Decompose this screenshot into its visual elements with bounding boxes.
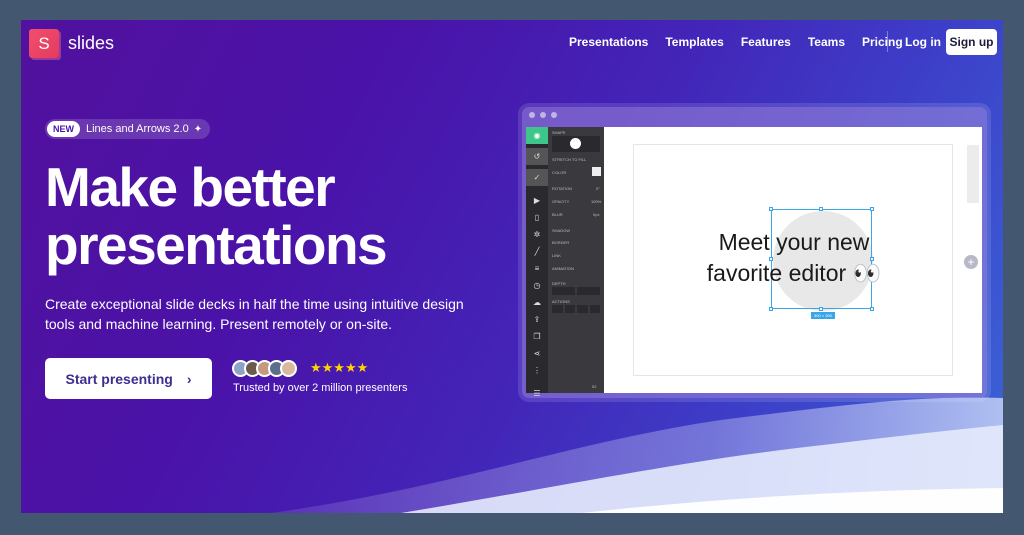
slide-text[interactable]: Meet your new favorite editor 👀 <box>644 227 944 289</box>
signup-button[interactable]: Sign up <box>946 29 997 55</box>
announcement-badge[interactable]: NEW Lines and Arrows 2.0 ✦ <box>45 119 211 139</box>
insp-actions: ACTIONS <box>552 299 570 304</box>
badge-text: Lines and Arrows 2.0 <box>86 123 189 135</box>
inspector-panel: SHAPE STRETCH TO FILL COLOR ROTATION 0° … <box>548 127 604 393</box>
rating-stars: ★★★★★ <box>310 360 369 375</box>
clock-icon: ◷ <box>533 281 541 290</box>
insp-depth: DEPTH <box>552 281 566 286</box>
slide[interactable]: 300 × 300 Meet your new favorite editor … <box>633 144 953 376</box>
avatar-group <box>232 360 297 377</box>
insp-page: 52 <box>592 384 597 389</box>
add-slide-icon[interactable]: + <box>964 255 978 269</box>
undo-icon: ↺ <box>526 148 548 165</box>
page-frame: S slides Presentations Templates Feature… <box>21 20 1003 513</box>
shape-preview <box>552 136 600 152</box>
resize-handle[interactable] <box>870 307 874 311</box>
logo-mark: S <box>29 29 59 58</box>
nav-pricing[interactable]: Pricing <box>862 35 903 49</box>
sparkle-icon: ✦ <box>193 123 203 135</box>
resize-handle[interactable] <box>870 207 874 211</box>
insp-opacity: OPACITY <box>552 199 570 204</box>
layers-icon: ≡ <box>534 264 540 273</box>
avatar <box>280 360 297 377</box>
hero-subtext: Create exceptional slide decks in half t… <box>45 296 464 332</box>
window-dots <box>529 112 557 118</box>
slide-text-line-2: favorite editor 👀 <box>706 260 882 286</box>
insp-blur-val: 0px <box>593 212 600 217</box>
insp-rotation: ROTATION <box>552 186 573 191</box>
insp-shadow: SHADOW <box>552 228 570 233</box>
cta-label: Start presenting <box>65 370 173 387</box>
login-link[interactable]: Log in <box>905 35 941 49</box>
start-presenting-button[interactable]: Start presenting › <box>45 358 212 399</box>
share-icon: ⋖ <box>533 349 541 358</box>
insp-border: BORDER <box>552 240 570 245</box>
nav-presentations[interactable]: Presentations <box>569 35 648 49</box>
slide-text-line-1: Meet your new <box>718 229 870 255</box>
brush-icon: ╱ <box>534 247 540 256</box>
insp-stretch: STRETCH TO FILL <box>552 157 587 162</box>
copy-icon: ❐ <box>533 332 541 341</box>
eye-icon: ◉ <box>526 127 548 144</box>
slide-side-tools[interactable] <box>967 145 979 203</box>
main-nav: Presentations Templates Features Teams P… <box>569 35 920 49</box>
nav-templates[interactable]: Templates <box>665 35 723 49</box>
resize-handle[interactable] <box>769 207 773 211</box>
insp-color: COLOR <box>552 170 567 175</box>
logo[interactable]: S slides <box>29 29 114 58</box>
insp-link: LINK <box>552 253 561 258</box>
more-icon: ⋮ <box>533 366 541 375</box>
color-swatch <box>592 167 601 176</box>
nav-features[interactable]: Features <box>741 35 791 49</box>
resize-handle[interactable] <box>819 207 823 211</box>
new-tag: NEW <box>47 121 80 137</box>
editor-toolbar: ◉ ↺ ✓ ▶ ▯ ✲ ╱ ≡ ◷ ☁ ⇪ ❐ ⋖ ⋮ ☰ <box>526 127 548 398</box>
resize-handle[interactable] <box>819 307 823 311</box>
insp-rotation-val: 0° <box>596 186 600 191</box>
trusted-text: Trusted by over 2 million presenters <box>233 382 408 394</box>
play-icon: ▶ <box>533 196 541 205</box>
action-buttons <box>552 305 600 313</box>
upload-icon: ⇪ <box>533 315 541 324</box>
insp-blur: BLUR <box>552 212 563 217</box>
doc-icon: ▯ <box>534 213 540 222</box>
menu-icon: ☰ <box>533 389 541 398</box>
check-icon: ✓ <box>526 169 548 186</box>
editor-canvas[interactable]: 300 × 300 Meet your new favorite editor … <box>604 127 982 393</box>
chevron-right-icon: › <box>186 370 192 387</box>
hero-headline: Make better presentations <box>45 156 388 276</box>
size-tag: 300 × 300 <box>811 312 835 319</box>
headline-line-2: presentations <box>45 214 388 276</box>
resize-handle[interactable] <box>769 307 773 311</box>
insp-opacity-val: 100% <box>591 199 602 204</box>
editor-preview: ◉ ↺ ✓ ▶ ▯ ✲ ╱ ≡ ◷ ☁ ⇪ ❐ ⋖ ⋮ ☰ SHAPE STRE… <box>522 107 987 398</box>
logo-text: slides <box>68 33 115 53</box>
nav-teams[interactable]: Teams <box>808 35 845 49</box>
depth-controls <box>552 287 600 295</box>
insp-animation: ANIMATION <box>552 266 574 271</box>
gear-icon: ✲ <box>533 230 541 239</box>
nav-divider <box>887 31 888 52</box>
insp-shape: SHAPE <box>552 130 566 135</box>
headline-line-1: Make better <box>45 156 336 218</box>
cloud-icon: ☁ <box>533 298 541 307</box>
